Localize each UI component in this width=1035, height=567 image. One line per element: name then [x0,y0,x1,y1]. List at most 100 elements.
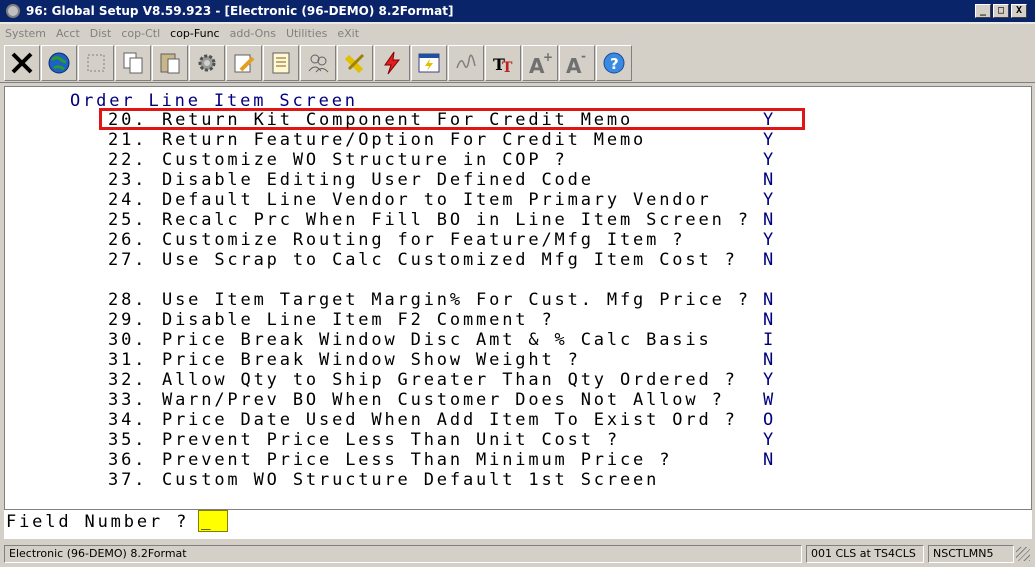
option-line[interactable]: 34. Price Date Used When Add Item To Exis… [108,410,738,430]
option-value: Y [763,430,774,450]
option-label: Recalc Prc When Fill BO in Line Item Scr… [162,210,751,230]
launch-icon[interactable] [411,44,447,81]
close-button[interactable]: X [1011,4,1027,18]
option-line[interactable]: 24. Default Line Vendor to Item Primary V… [108,190,712,210]
menu-bar: System Acct Dist cop-Ctl cop-Func add-On… [0,24,1035,43]
menu-dist[interactable]: Dist [85,27,117,40]
option-line[interactable]: 36. Prevent Price Less Than Minimum Price… [108,450,672,470]
option-line[interactable]: 27. Use Scrap to Calc Customized Mfg Item… [108,250,738,270]
status-company: Electronic (96-DEMO) 8.2Format [4,545,802,563]
font-decrease-icon[interactable]: A- [559,44,595,81]
window-controls: _ □ X [975,4,1027,18]
option-value: N [763,210,774,230]
option-line[interactable]: 35. Prevent Price Less Than Unit Cost ? [108,430,620,450]
blank-icon[interactable] [78,44,114,81]
option-value: W [763,390,774,410]
resize-grip[interactable] [1016,547,1030,561]
option-number: 23. [108,170,148,190]
option-line[interactable]: 37. Custom WO Structure Default 1st Scree… [108,470,659,490]
font-size-icon[interactable]: TT [485,44,521,81]
option-value: N [763,450,774,470]
menu-utilities[interactable]: Utilities [281,27,332,40]
option-label: Prevent Price Less Than Unit Cost ? [162,430,620,450]
menu-exit[interactable]: eXit [332,27,364,40]
users-icon[interactable] [300,44,336,81]
exit-icon[interactable] [4,44,40,81]
terminal-screen: Order Line Item Screen 20. Return Kit Com… [4,86,1032,510]
paste-icon[interactable] [152,44,188,81]
option-line[interactable]: 31. Price Break Window Show Weight ? [108,350,581,370]
status-program: NSCTLMN5 [928,545,1014,563]
option-value: N [763,170,774,190]
option-line[interactable]: 21. Return Feature/Option For Credit Memo [108,130,646,150]
settings-icon[interactable] [189,44,225,81]
option-value: N [763,290,774,310]
option-label: Warn/Prev BO When Customer Does Not Allo… [162,390,725,410]
option-number: 37. [108,470,148,490]
option-label: Custom WO Structure Default 1st Screen [162,470,660,490]
option-label: Customize WO Structure in COP ? [162,150,568,170]
option-label: Default Line Vendor to Item Primary Vend… [162,190,712,210]
option-label: Disable Editing User Defined Code [162,170,594,190]
tools-icon[interactable] [337,44,373,81]
option-line[interactable]: 26. Customize Routing for Feature/Mfg Ite… [108,230,685,250]
svg-text:-: - [581,50,586,63]
signature-icon[interactable] [448,44,484,81]
option-line[interactable]: 22. Customize WO Structure in COP ? [108,150,568,170]
copy-icon[interactable] [115,44,151,81]
option-value: Y [763,130,774,150]
option-label: Allow Qty to Ship Greater Than Qty Order… [162,370,738,390]
option-number: 26. [108,230,148,250]
option-line[interactable]: 33. Warn/Prev BO When Customer Does Not A… [108,390,725,410]
option-value: Y [763,150,774,170]
font-increase-icon[interactable]: A + [522,44,558,81]
flash-icon[interactable] [374,44,410,81]
option-value: Y [763,370,774,390]
option-line[interactable]: 23. Disable Editing User Defined Code [108,170,594,190]
option-label: Return Feature/Option For Credit Memo [162,130,647,150]
menu-add-ons[interactable]: add-Ons [225,27,281,40]
option-number: 27. [108,250,148,270]
svg-text:A: A [566,54,582,76]
option-line[interactable]: 30. Price Break Window Disc Amt & % Calc … [108,330,712,350]
option-label: Use Item Target Margin% For Cust. Mfg Pr… [162,290,751,310]
svg-text:?: ? [610,55,619,73]
menu-cop-ctl[interactable]: cop-Ctl [116,27,165,40]
option-label: Disable Line Item F2 Comment ? [162,310,555,330]
option-value: Y [763,230,774,250]
option-line[interactable]: 20. Return Kit Component For Credit Memo [108,110,633,130]
list-icon[interactable] [263,44,299,81]
menu-acct[interactable]: Acct [51,27,85,40]
status-cls: 001 CLS at TS4CLS [806,545,924,563]
svg-text:+: + [543,50,553,64]
app-icon [6,4,20,18]
option-line[interactable]: 29. Disable Line Item F2 Comment ? [108,310,555,330]
option-number: 20. [108,110,148,130]
option-number: 28. [108,290,148,310]
option-line[interactable]: 28. Use Item Target Margin% For Cust. Mfg… [108,290,751,310]
maximize-button[interactable]: □ [993,4,1009,18]
option-value: O [763,410,774,430]
title-bar: 96: Global Setup V8.59.923 - [Electronic… [0,0,1035,24]
minimize-button[interactable]: _ [975,4,991,18]
edit-icon[interactable] [226,44,262,81]
option-number: 31. [108,350,148,370]
option-line[interactable]: 25. Recalc Prc When Fill BO in Line Item … [108,210,751,230]
option-line[interactable]: 32. Allow Qty to Ship Greater Than Qty Or… [108,370,738,390]
menu-system[interactable]: System [0,27,51,40]
svg-text:T: T [502,60,513,76]
field-number-input[interactable]: _ [198,510,228,532]
option-label: Use Scrap to Calc Customized Mfg Item Co… [162,250,738,270]
option-number: 36. [108,450,148,470]
option-number: 34. [108,410,148,430]
status-bar: Electronic (96-DEMO) 8.2Format 001 CLS a… [0,543,1035,565]
menu-cop-func[interactable]: cop-Func [165,27,224,40]
option-value: N [763,350,774,370]
globe-icon[interactable] [41,44,77,81]
option-value: Y [763,110,774,130]
option-value: Y [763,190,774,210]
option-number: 24. [108,190,148,210]
help-icon[interactable]: ? [596,44,632,81]
option-number: 29. [108,310,148,330]
option-value: N [763,250,774,270]
